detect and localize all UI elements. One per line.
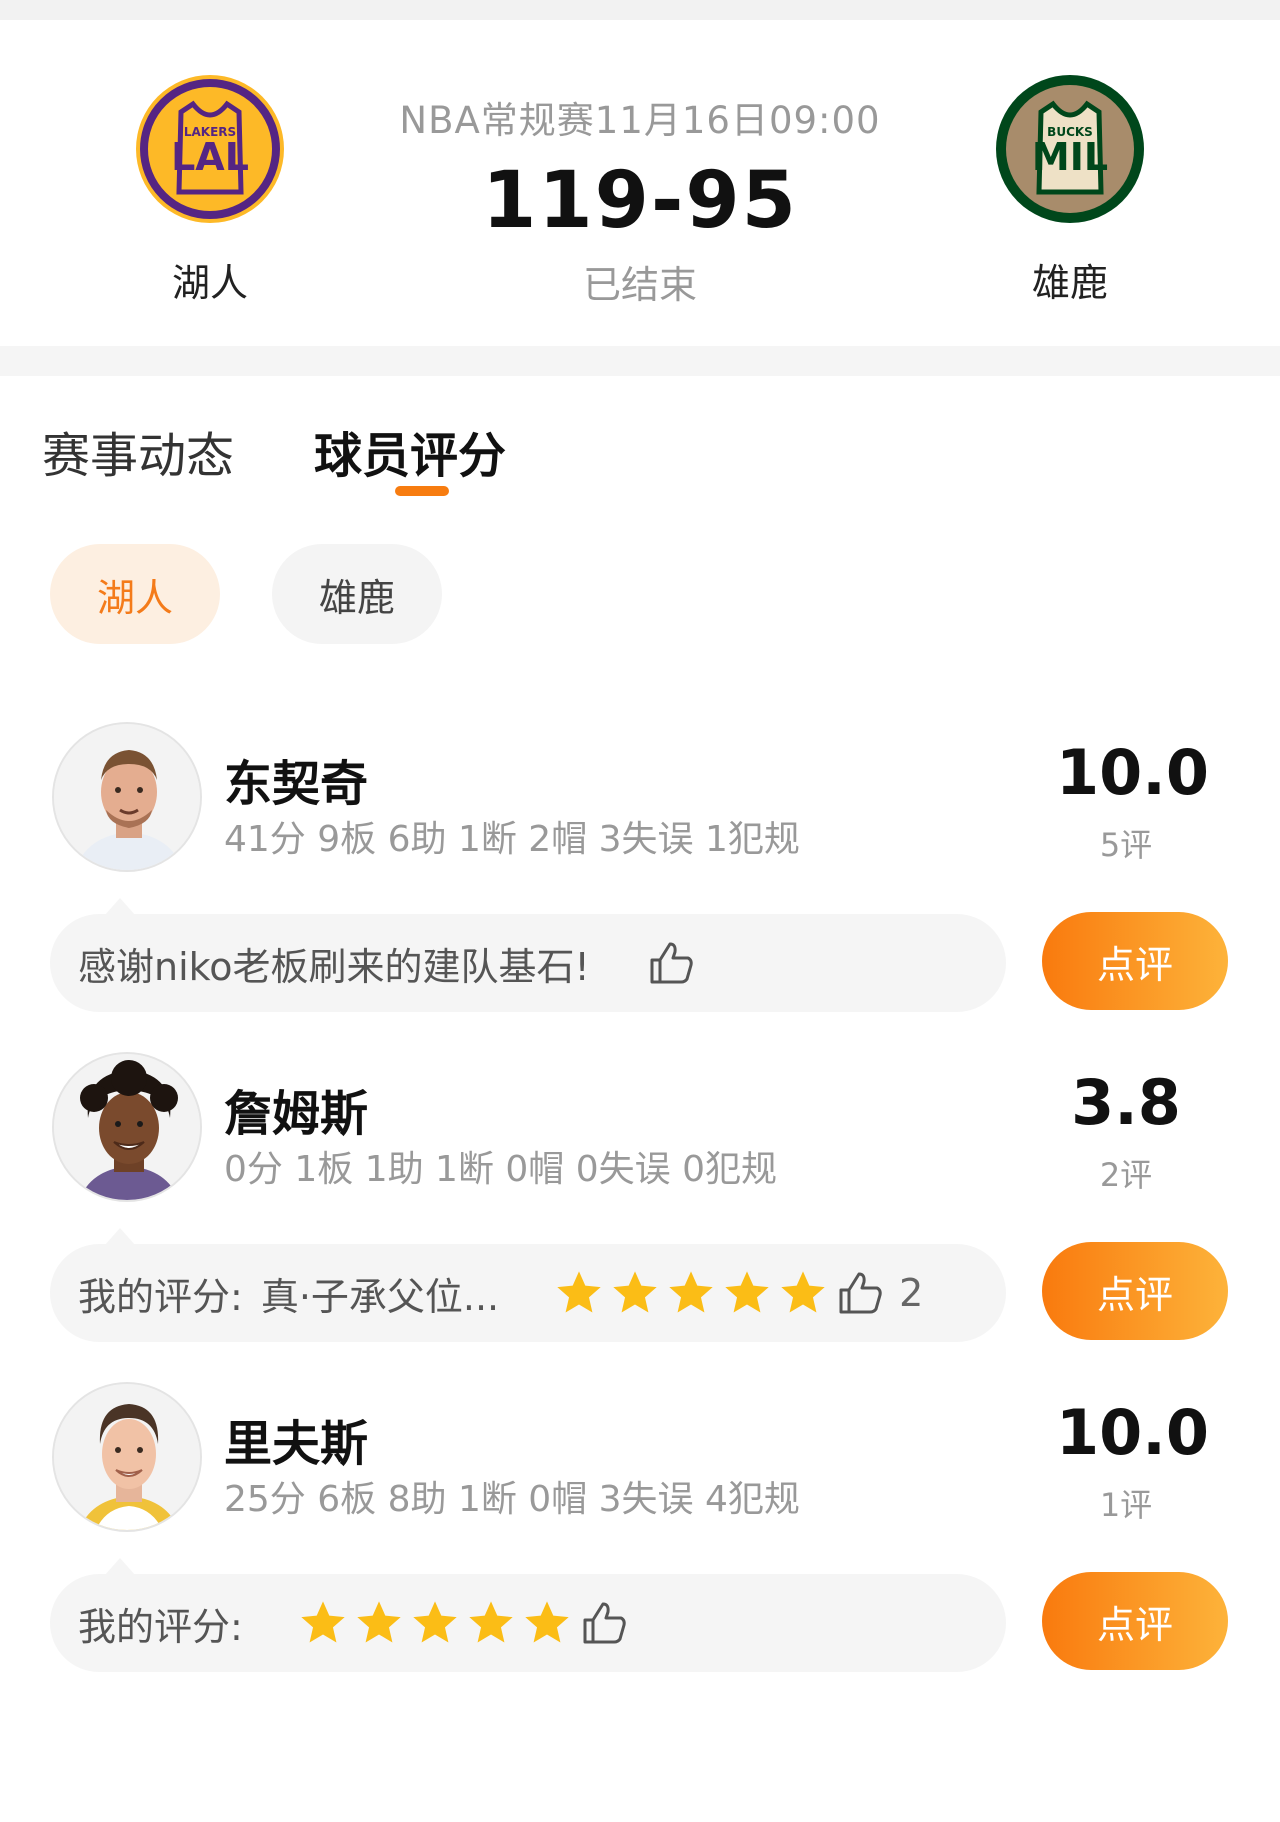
my-rating-bubble[interactable]: 我的评分: 真·子承父位... 2 [50,1244,1006,1342]
match-center-info: NBA常规赛11月16日09:00 119-95 已结束 [340,90,940,309]
home-team-name: 湖人 [171,261,248,305]
star-icon [725,1271,769,1313]
rating-count: 5评 [1099,826,1153,864]
match-status: 已结束 [582,263,697,307]
star-icon [781,1271,825,1313]
review-button[interactable]: 点评 [1042,912,1228,1010]
player-name: 詹姆斯 [224,1086,369,1142]
away-team[interactable]: BUCKS MIL 雄鹿 [980,74,1160,307]
my-rating-stars [297,1597,577,1649]
team-filter-bucks[interactable]: 雄鹿 [272,544,442,644]
star-icon [613,1271,657,1313]
player-stats: 41分 9板 6助 1断 2帽 3失误 1犯规 [224,819,800,860]
player-avatar[interactable] [52,1052,202,1202]
my-rating-comment: 真·子承父位... [260,1274,500,1319]
player-score: 10.0 [1056,736,1209,809]
player-avatar[interactable] [52,1382,202,1532]
thumbs-up-icon[interactable] [646,938,696,988]
bucks-logo-big-text: MIL [1032,135,1108,179]
lakers-logo-big-text: LAL [171,135,249,179]
player-rating-panel: 赛事动态 球员评分 湖人 雄鹿 东契奇 41分 9板 6助 1断 2帽 3失误 … [0,376,1280,1822]
like-count: 2 [899,1271,924,1315]
star-icon [557,1271,601,1313]
tab-player-ratings[interactable]: 球员评分 [314,416,506,486]
tab-match-updates[interactable]: 赛事动态 [42,416,234,486]
my-rating-label: 我的评分: [78,1274,243,1319]
player-card: 东契奇 41分 9板 6助 1断 2帽 3失误 1犯规 10.0 5评 感谢ni… [0,722,1280,1012]
star-icon [525,1601,569,1643]
player-card: 里夫斯 25分 6板 8助 1断 0帽 3失误 4犯规 10.0 1评 我的评分… [0,1382,1280,1672]
player-score: 3.8 [1071,1066,1181,1139]
star-icon [357,1601,401,1643]
top-strip [0,0,1280,20]
player-name: 里夫斯 [224,1416,369,1472]
bucks-logo: BUCKS MIL [995,74,1145,224]
player-avatar[interactable] [52,722,202,872]
rating-count: 1评 [1099,1486,1153,1524]
top-comment-bubble[interactable]: 感谢niko老板刷来的建队基石! [50,914,1006,1012]
my-rating-stars [553,1267,833,1319]
away-team-name: 雄鹿 [1031,261,1108,305]
match-meta: NBA常规赛11月16日09:00 [399,99,881,142]
player-card: 詹姆斯 0分 1板 1助 1断 0帽 0失误 0犯规 3.8 2评 我的评分: … [0,1052,1280,1342]
my-rating-label: 我的评分: [78,1604,243,1649]
review-button[interactable]: 点评 [1042,1572,1228,1670]
top-comment-text: 感谢niko老板刷来的建队基石! [78,944,590,989]
thumbs-up-icon[interactable] [579,1598,629,1648]
lakers-logo: LAKERS LAL [135,74,285,224]
star-icon [469,1601,513,1643]
star-icon [301,1601,345,1643]
match-score: 119-95 [482,156,798,246]
player-name: 东契奇 [224,756,369,812]
home-team[interactable]: LAKERS LAL 湖人 [120,74,300,307]
match-header: LAKERS LAL 湖人 NBA常规赛11月16日09:00 119-95 已… [0,20,1280,346]
player-score: 10.0 [1056,1396,1209,1469]
active-tab-indicator [395,486,449,496]
my-rating-bubble[interactable]: 我的评分: [50,1574,1006,1672]
player-stats: 0分 1板 1助 1断 0帽 0失误 0犯规 [224,1149,777,1190]
thumbs-up-icon[interactable] [835,1268,885,1318]
team-filter-lakers[interactable]: 湖人 [50,544,220,644]
review-button[interactable]: 点评 [1042,1242,1228,1340]
star-icon [669,1271,713,1313]
star-icon [413,1601,457,1643]
rating-count: 2评 [1099,1156,1153,1194]
player-stats: 25分 6板 8助 1断 0帽 3失误 4犯规 [224,1479,800,1520]
